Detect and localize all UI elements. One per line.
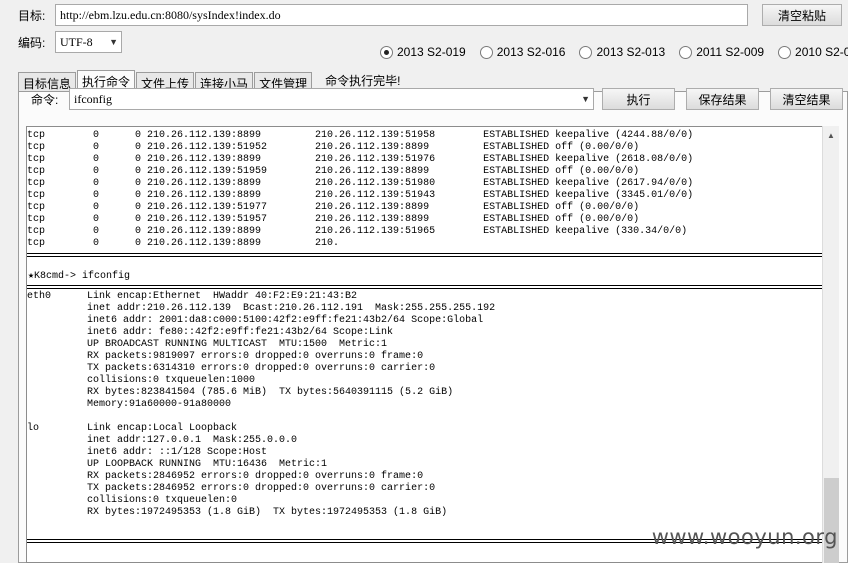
netstat-output: tcp 0 0 210.26.112.139:8899 210.26.112.1… [27,130,694,249]
execute-button[interactable]: 执行 [602,88,675,110]
clear-paste-button[interactable]: 清空粘贴 [762,4,842,26]
encoding-select[interactable]: UTF-8 ▼ [55,31,122,53]
radio-label: 2013 S2-019 [397,45,466,59]
scroll-up-icon[interactable]: ▲ [827,131,835,140]
exploit-radio[interactable]: 2013 S2-013 [579,45,665,59]
tab-target-info[interactable]: 目标信息 [18,72,77,92]
command-label: 命令: [31,92,59,107]
radio-label: 2013 S2-013 [596,45,666,59]
output-scrollbar[interactable]: ▲ [822,126,839,563]
watermark: www.wooyun.org [651,525,838,549]
execute-label: 执行 [626,92,651,107]
exploit-radio[interactable]: 2010 S2-005 [778,45,848,59]
radio-label: 2010 S2-005 [795,45,848,59]
separator [27,253,822,257]
target-url-value: http://ebm.lzu.edu.cn:8080/sysIndex!inde… [60,7,281,22]
encoding-label: 编码: [18,35,46,50]
clear-results-label: 清空结果 [782,92,831,107]
radio-button[interactable] [479,45,493,59]
tab-label: 执行命令 [82,75,131,89]
chevron-down-icon: ▼ [581,94,590,104]
target-url-input[interactable]: http://ebm.lzu.edu.cn:8080/sysIndex!inde… [55,4,748,26]
exploit-radio[interactable]: 2013 S2-016 [479,45,566,59]
radio-label: 2011 S2-009 [696,45,765,59]
exploit-radio[interactable]: 2013 S2-019 [380,45,466,59]
command-output[interactable]: tcp 0 0 210.26.112.139:8899 210.26.112.1… [26,126,823,563]
clear-results-button[interactable]: 清空结果 [770,88,843,110]
separator [27,285,822,289]
radio-button[interactable] [579,45,593,59]
exploit-radio[interactable]: 2011 S2-009 [679,45,764,59]
radio-label: 2013 S2-016 [496,45,566,59]
exploit-radio-group: 2013 S2-019 2013 S2-016 2013 S2-013 2011 S2… [380,45,848,59]
radio-button[interactable] [380,45,393,59]
command-input[interactable]: ifconfig ▼ [69,88,594,110]
chevron-down-icon: ▼ [109,37,118,47]
save-results-label: 保存结果 [698,92,747,107]
command-prompt: ★K8cmd-> ifconfig [28,271,131,282]
ifconfig-output: eth0 Link encap:Ethernet HWaddr 40:F2:E9… [27,291,496,518]
scrollbar-thumb[interactable] [824,478,839,563]
command-value: ifconfig [74,91,112,106]
radio-button[interactable] [778,45,792,59]
tab-label: 目标信息 [23,77,72,91]
clear-paste-label: 清空粘贴 [777,8,826,23]
radio-button[interactable] [679,45,693,59]
target-label: 目标: [18,8,46,23]
save-results-button[interactable]: 保存结果 [686,88,759,110]
encoding-value: UTF-8 [60,34,93,49]
